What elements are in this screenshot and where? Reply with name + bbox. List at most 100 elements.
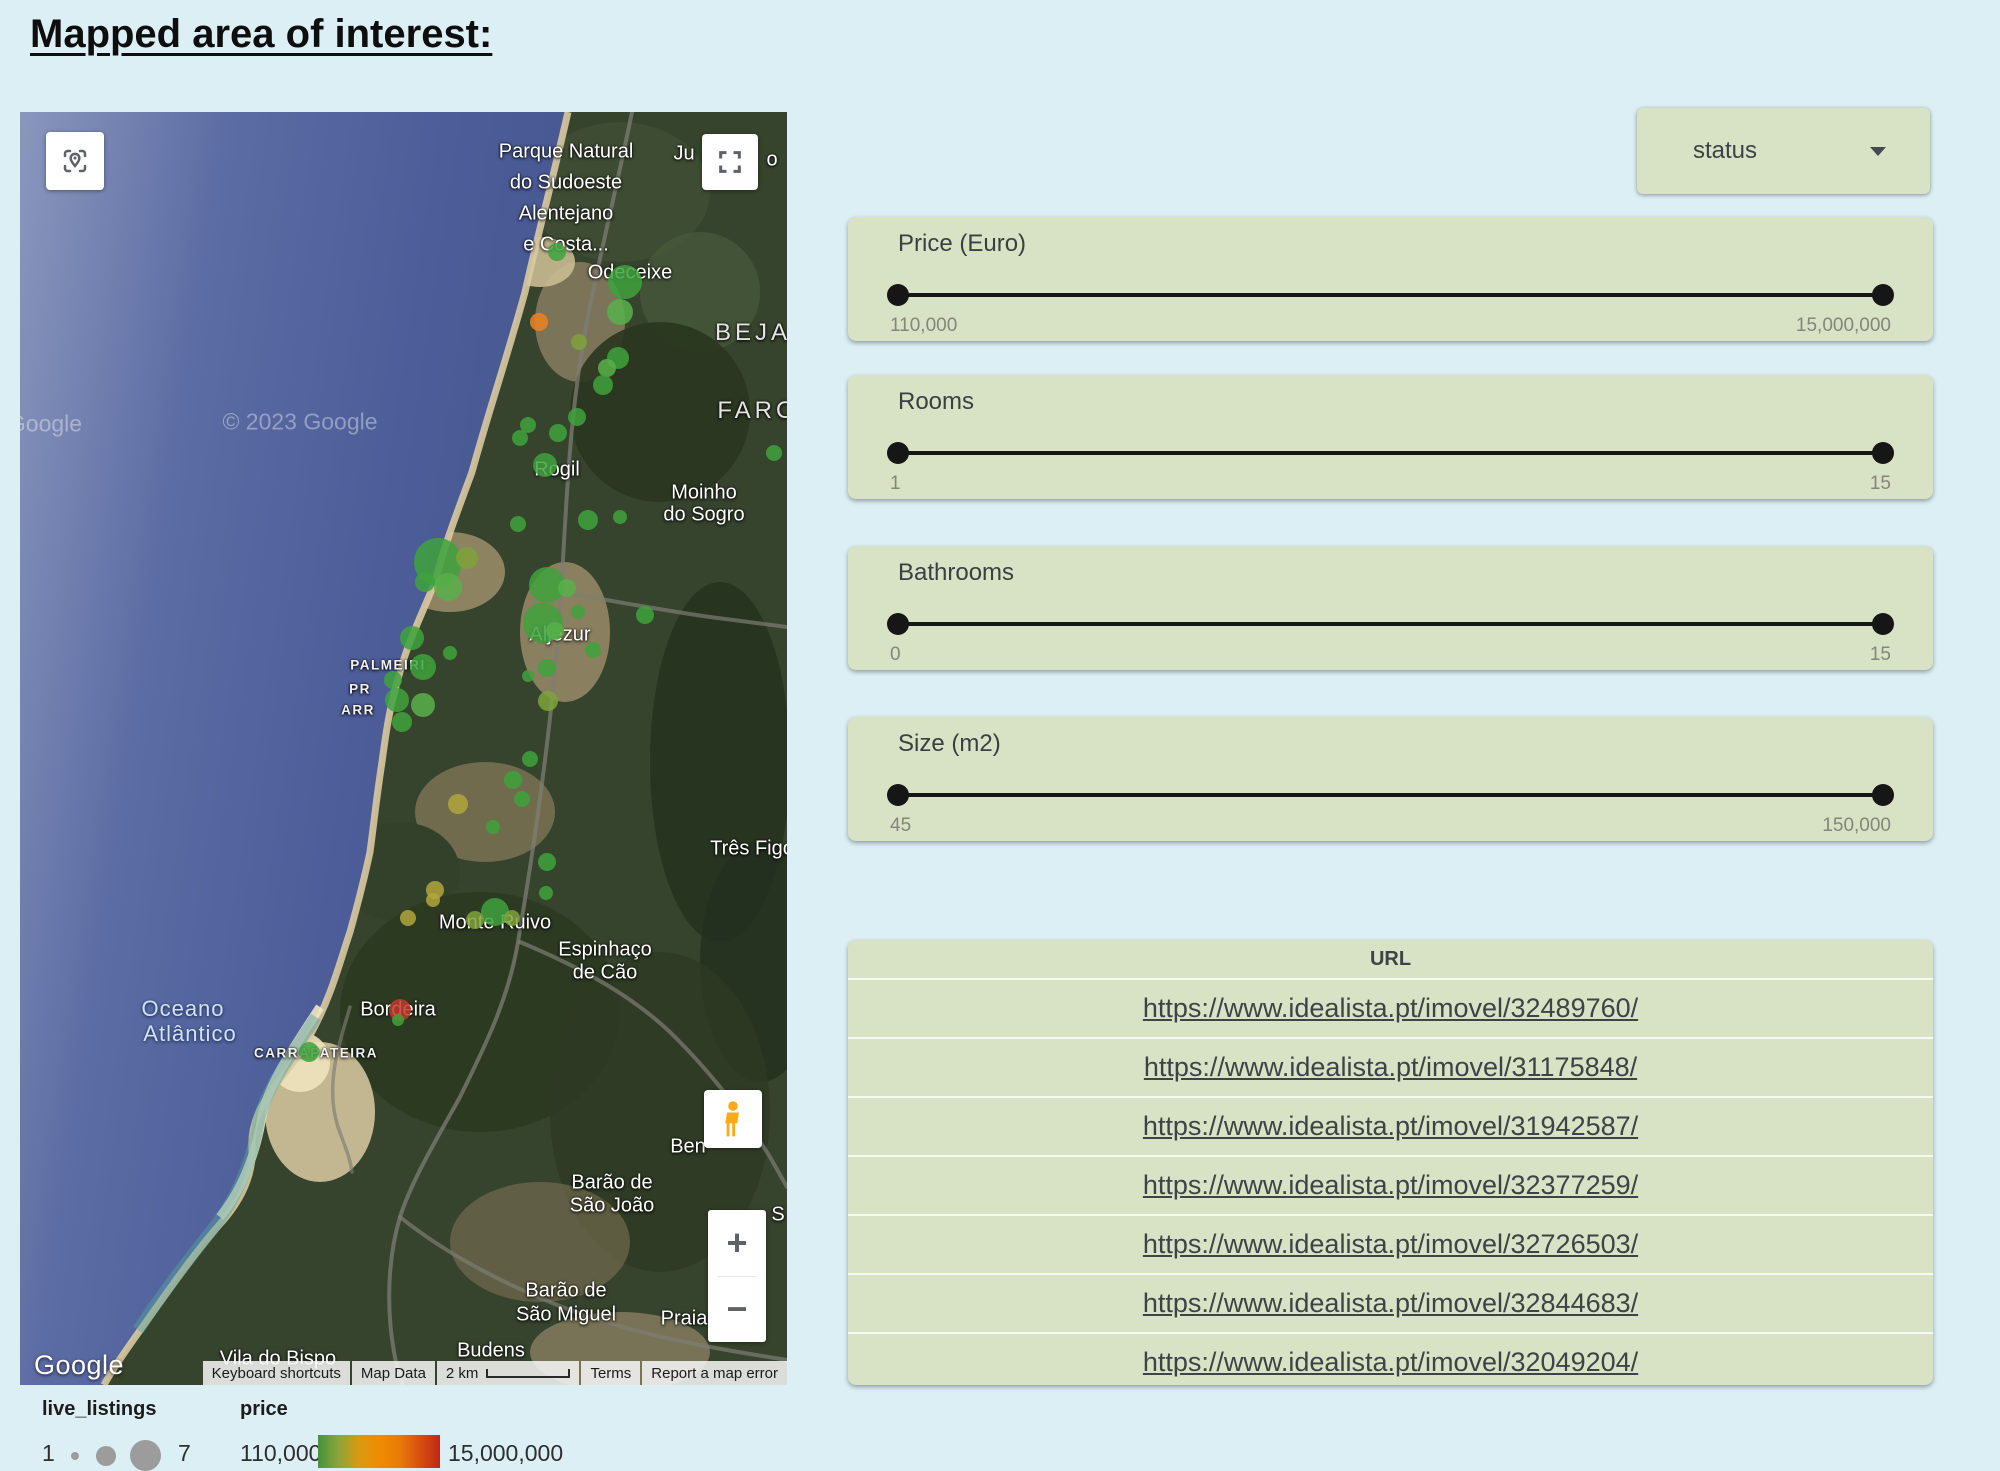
listing-marker[interactable]: [538, 659, 556, 677]
terms-link[interactable]: Terms: [581, 1361, 640, 1385]
map-place-label: do Sudoeste: [510, 172, 622, 195]
listing-marker[interactable]: [385, 688, 409, 712]
page-title: Mapped area of interest:: [30, 12, 492, 57]
size-range-slider[interactable]: [898, 783, 1883, 807]
listing-marker[interactable]: [571, 605, 585, 619]
price-range-slider[interactable]: [898, 283, 1883, 307]
listing-link[interactable]: https://www.idealista.pt/imovel/32844683…: [1143, 1288, 1638, 1319]
rooms-min-thumb[interactable]: [887, 442, 909, 464]
listing-marker[interactable]: [568, 408, 586, 426]
zoom-out-button[interactable]: −: [708, 1277, 766, 1343]
map-place-label: Barão de: [525, 1280, 606, 1303]
pegman-button[interactable]: [704, 1090, 762, 1148]
street-view-coverage-button[interactable]: [46, 132, 104, 190]
listing-marker[interactable]: [466, 911, 484, 929]
listing-marker[interactable]: [410, 654, 436, 680]
listing-marker[interactable]: [578, 510, 598, 530]
url-table-header: URL: [848, 940, 1933, 978]
bathrooms-range-slider[interactable]: [898, 612, 1883, 636]
listing-marker[interactable]: [607, 299, 633, 325]
listing-marker[interactable]: [522, 751, 538, 767]
listing-marker[interactable]: [538, 691, 558, 711]
map-place-label: Oceano: [141, 996, 224, 1022]
fullscreen-button[interactable]: [702, 134, 758, 190]
listing-link[interactable]: https://www.idealista.pt/imovel/32049204…: [1143, 1347, 1638, 1378]
size-max-thumb[interactable]: [1872, 784, 1894, 806]
listing-marker[interactable]: [299, 1042, 319, 1062]
legend-price-title: price: [240, 1398, 288, 1421]
map-place-label: Alentejano: [519, 203, 614, 226]
listing-marker[interactable]: [400, 626, 424, 650]
listing-marker[interactable]: [392, 712, 412, 732]
legend-dot-small: [71, 1452, 79, 1460]
legend-size-title: live_listings: [42, 1398, 157, 1421]
listing-marker[interactable]: [766, 445, 782, 461]
listing-marker[interactable]: [539, 886, 553, 900]
bathrooms-filter-panel: Bathrooms 0 15: [848, 546, 1933, 670]
listing-marker[interactable]: [538, 853, 556, 871]
listing-marker[interactable]: [514, 791, 530, 807]
zoom-in-button[interactable]: +: [708, 1210, 766, 1276]
price-gradient-bar: [318, 1435, 440, 1468]
listing-marker[interactable]: [456, 547, 478, 569]
listing-marker[interactable]: [486, 820, 500, 834]
rooms-range-slider[interactable]: [898, 441, 1883, 465]
listing-marker[interactable]: [549, 424, 567, 442]
listing-marker[interactable]: [533, 453, 557, 477]
listing-marker[interactable]: [512, 430, 528, 446]
listing-marker[interactable]: [608, 265, 642, 299]
listing-marker[interactable]: [558, 579, 576, 597]
listing-marker[interactable]: [585, 642, 601, 658]
listing-marker[interactable]: [530, 313, 548, 331]
listing-marker[interactable]: [443, 646, 457, 660]
listing-marker[interactable]: [571, 334, 587, 350]
listing-marker[interactable]: [411, 693, 435, 717]
listing-marker[interactable]: [546, 622, 564, 640]
keyboard-shortcuts-link[interactable]: Keyboard shortcuts: [203, 1361, 350, 1385]
table-row: https://www.idealista.pt/imovel/31942587…: [848, 1096, 1933, 1155]
listing-marker[interactable]: [392, 1014, 404, 1026]
map-place-label: ARR: [341, 703, 375, 718]
listing-marker[interactable]: [434, 573, 462, 601]
map-data-link[interactable]: Map Data: [352, 1361, 435, 1385]
listing-marker[interactable]: [384, 671, 402, 689]
listing-link[interactable]: https://www.idealista.pt/imovel/31175848…: [1144, 1052, 1637, 1083]
bathrooms-min-thumb[interactable]: [887, 613, 909, 635]
listing-link[interactable]: https://www.idealista.pt/imovel/32726503…: [1143, 1229, 1638, 1260]
price-min-value: 110,000: [890, 315, 957, 337]
legend: live_listings 1 7 price 110,000 15,000,0…: [0, 1396, 800, 1468]
size-min-thumb[interactable]: [887, 784, 909, 806]
listing-marker[interactable]: [522, 670, 534, 682]
listing-marker[interactable]: [448, 794, 468, 814]
listing-marker[interactable]: [504, 771, 522, 789]
listing-marker[interactable]: [426, 893, 440, 907]
bathrooms-max-value: 15: [1870, 644, 1891, 666]
size-filter-panel: Size (m2) 45 150,000: [848, 717, 1933, 841]
legend-dot-large: [130, 1440, 161, 1471]
listing-link[interactable]: https://www.idealista.pt/imovel/32377259…: [1143, 1170, 1638, 1201]
url-table: URL https://www.idealista.pt/imovel/3248…: [848, 940, 1933, 1385]
legend-price-min: 110,000: [240, 1440, 321, 1467]
listing-marker[interactable]: [400, 910, 416, 926]
listing-marker[interactable]: [504, 910, 520, 926]
listing-link[interactable]: https://www.idealista.pt/imovel/32489760…: [1143, 993, 1638, 1024]
google-logo[interactable]: Google: [34, 1350, 124, 1381]
listing-marker[interactable]: [548, 243, 566, 261]
listing-marker[interactable]: [636, 606, 654, 624]
price-min-thumb[interactable]: [887, 284, 909, 306]
map-place-label: Praia: [661, 1308, 708, 1331]
listing-marker[interactable]: [415, 572, 435, 592]
map[interactable]: Parque Naturaldo SudoesteAlentejanoe Cos…: [20, 112, 787, 1385]
price-max-thumb[interactable]: [1872, 284, 1894, 306]
report-map-error-link[interactable]: Report a map error: [642, 1361, 787, 1385]
listing-link[interactable]: https://www.idealista.pt/imovel/31942587…: [1143, 1111, 1638, 1142]
bathrooms-slider-label: Bathrooms: [898, 559, 1883, 587]
status-dropdown[interactable]: status: [1637, 108, 1930, 194]
map-place-label: FARO: [717, 397, 787, 425]
listing-marker[interactable]: [613, 510, 627, 524]
listing-marker[interactable]: [510, 516, 526, 532]
bathrooms-max-thumb[interactable]: [1872, 613, 1894, 635]
rooms-max-thumb[interactable]: [1872, 442, 1894, 464]
table-row: https://www.idealista.pt/imovel/32049204…: [848, 1332, 1933, 1385]
listing-marker[interactable]: [593, 375, 613, 395]
